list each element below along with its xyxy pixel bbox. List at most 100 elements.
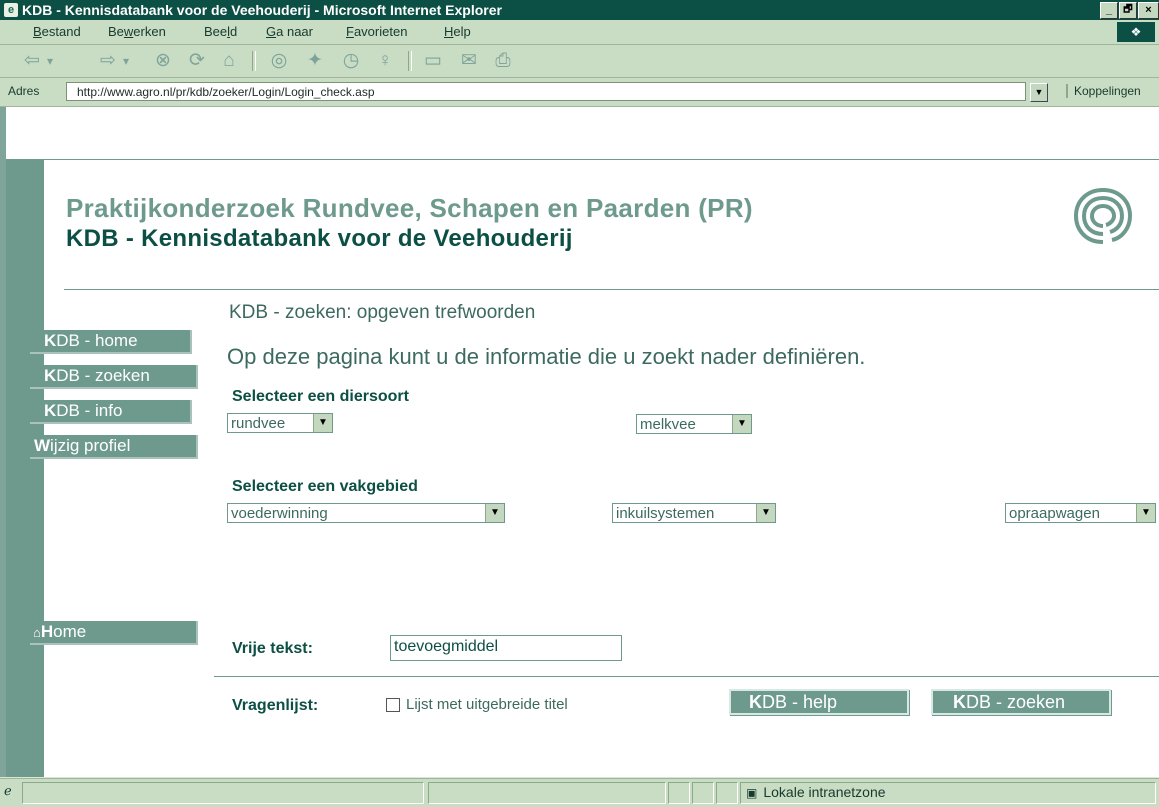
page-status-icon: ℯ xyxy=(4,783,12,798)
address-label: Adres xyxy=(8,84,40,98)
address-input[interactable]: http://www.agro.nl/pr/kdb/zoeker/Login/L… xyxy=(66,82,1026,101)
side-strip xyxy=(6,159,44,777)
kdb-zoeken-button[interactable]: KDB - zoeken xyxy=(931,689,1111,715)
button-key-letter: K xyxy=(953,692,966,712)
restore-button[interactable]: 🗗 xyxy=(1119,2,1137,19)
menu-favorieten[interactable]: Favorieten xyxy=(346,24,407,39)
nav-home[interactable]: ⌂Home xyxy=(30,621,198,645)
close-button[interactable]: × xyxy=(1138,2,1159,19)
status-bar: ℯ ▣ Lokale intranetzone xyxy=(0,778,1159,807)
nav-kdb-home[interactable]: KDB - home xyxy=(30,330,192,354)
menu-help[interactable]: Help xyxy=(444,24,471,39)
free-text-input[interactable]: toevoegmiddel xyxy=(390,635,622,661)
section-title: KDB - zoeken: opgeven trefwoorden xyxy=(229,302,536,323)
subtype-select[interactable]: melkvee ▼ xyxy=(636,414,752,434)
address-dropdown-icon[interactable]: ▼ xyxy=(1030,83,1048,102)
pr-logo-icon xyxy=(1073,187,1133,244)
chevron-down-icon: ▼ xyxy=(313,414,332,432)
home-icon: ⌂ xyxy=(33,625,41,640)
chevron-down-icon: ▼ xyxy=(756,504,775,522)
zone-status: ▣ Lokale intranetzone xyxy=(746,782,886,802)
status-panel xyxy=(692,782,714,804)
kdb-help-button[interactable]: KDB - help xyxy=(729,689,909,715)
subtopic-select[interactable]: opraapwagen ▼ xyxy=(1005,503,1156,523)
nav-label: ome xyxy=(53,622,87,641)
status-panel xyxy=(668,782,690,804)
nav-key-letter: W xyxy=(34,436,51,455)
fullscreen-icon[interactable]: ▭ xyxy=(420,49,446,73)
mail-icon[interactable]: ✉ xyxy=(456,49,482,73)
questionnaire-label: Vragenlijst: xyxy=(232,697,319,714)
menu-bar: Bestand Bewerken Beeld Ga naar Favoriete… xyxy=(0,20,1159,45)
nav-wijzig-profiel[interactable]: Wijzig profiel xyxy=(30,435,198,459)
nav-label: ijzig profiel xyxy=(50,436,131,455)
subtopic-value: opraapwagen xyxy=(1009,505,1100,522)
menu-bestand[interactable]: Bestand xyxy=(33,24,81,39)
org-title: Praktijkonderzoek Rundvee, Schapen en Pa… xyxy=(66,193,753,223)
extended-title-checkbox[interactable] xyxy=(386,698,400,712)
back-dropdown-icon[interactable]: ▾ xyxy=(44,49,56,73)
status-panel xyxy=(428,782,666,804)
header-top-rule xyxy=(6,159,1159,160)
status-panel xyxy=(716,782,738,804)
app-title: KDB - Kennisdatabank voor de Veehouderij xyxy=(66,225,573,252)
nav-key-letter: K xyxy=(44,366,57,385)
stop-icon[interactable]: ⊗ xyxy=(150,49,176,73)
field-label: Selecteer een vakgebied xyxy=(232,478,418,495)
species-select[interactable]: rundvee ▼ xyxy=(227,413,333,433)
toolbar-separator xyxy=(408,51,412,71)
back-icon[interactable]: ⇦ xyxy=(20,49,44,73)
status-panel xyxy=(22,782,424,804)
zone-label: Lokale intranetzone xyxy=(763,784,886,800)
forward-icon[interactable]: ⇨ xyxy=(96,49,120,73)
button-key-letter: K xyxy=(749,692,762,712)
standard-toolbar: ⇦ ▾ ⇨ ▾ ⊗ ⟳ ⌂ ◎ ✦ ◷ ♀ ▭ ✉ ⎙ xyxy=(0,45,1159,78)
free-text-label: Vrije tekst: xyxy=(232,640,313,657)
nav-key-letter: H xyxy=(40,622,54,641)
toolbar-separator xyxy=(252,51,256,71)
species-value: rundvee xyxy=(231,415,286,432)
subtype-value: melkvee xyxy=(640,416,696,433)
area-value: voederwinning xyxy=(231,505,328,522)
window-title: KDB - Kennisdatabank voor de Veehouderij… xyxy=(22,2,502,18)
nav-key-letter: K xyxy=(44,331,57,350)
chevron-down-icon: ▼ xyxy=(1136,504,1155,522)
links-label[interactable]: Koppelingen xyxy=(1066,84,1141,98)
form-divider xyxy=(214,676,1159,677)
nav-label: DB - zoeken xyxy=(56,366,150,385)
window-title-bar: e KDB - Kennisdatabank voor de Veehouder… xyxy=(0,0,1159,20)
topic-value: inkuilsystemen xyxy=(616,505,715,522)
area-select[interactable]: voederwinning ▼ xyxy=(227,503,505,523)
favorites-icon[interactable]: ✦ xyxy=(302,49,328,73)
button-label: DB - zoeken xyxy=(966,692,1066,712)
button-label: DB - help xyxy=(762,692,838,712)
address-bar: Adres http://www.agro.nl/pr/kdb/zoeker/L… xyxy=(0,78,1159,107)
channels-icon[interactable]: ♀ xyxy=(372,49,398,73)
chevron-down-icon: ▼ xyxy=(732,415,751,433)
refresh-icon[interactable]: ⟳ xyxy=(184,49,210,73)
nav-label: DB - info xyxy=(56,401,123,420)
search-icon[interactable]: ◎ xyxy=(266,49,292,73)
menu-bewerken[interactable]: Bewerken xyxy=(108,24,166,39)
page-content: Praktijkonderzoek Rundvee, Schapen en Pa… xyxy=(0,107,1159,777)
print-icon[interactable]: ⎙ xyxy=(490,49,516,73)
nav-kdb-info[interactable]: KDB - info xyxy=(30,400,192,424)
chevron-down-icon: ▼ xyxy=(485,504,504,522)
intro-text: Op deze pagina kunt u de informatie die … xyxy=(227,344,866,369)
windows-logo-icon: ❖ xyxy=(1117,22,1155,42)
forward-dropdown-icon[interactable]: ▾ xyxy=(120,49,132,73)
minimize-button[interactable]: _ xyxy=(1100,2,1118,19)
menu-ga-naar[interactable]: Ga naar xyxy=(266,24,313,39)
ie-logo-icon: e xyxy=(4,3,18,17)
home-icon[interactable]: ⌂ xyxy=(216,49,242,73)
animal-label: Selecteer een diersoort xyxy=(232,388,409,405)
menu-beeld[interactable]: Beeld xyxy=(204,24,237,39)
nav-kdb-zoeken[interactable]: KDB - zoeken xyxy=(30,365,198,389)
nav-label: DB - home xyxy=(56,331,138,350)
nav-key-letter: K xyxy=(44,401,57,420)
intranet-zone-icon: ▣ xyxy=(746,786,758,800)
header-divider xyxy=(64,289,1159,290)
topic-select[interactable]: inkuilsystemen ▼ xyxy=(612,503,776,523)
history-icon[interactable]: ◷ xyxy=(338,49,364,73)
extended-title-checkbox-label: Lijst met uitgebreide titel xyxy=(406,696,568,713)
